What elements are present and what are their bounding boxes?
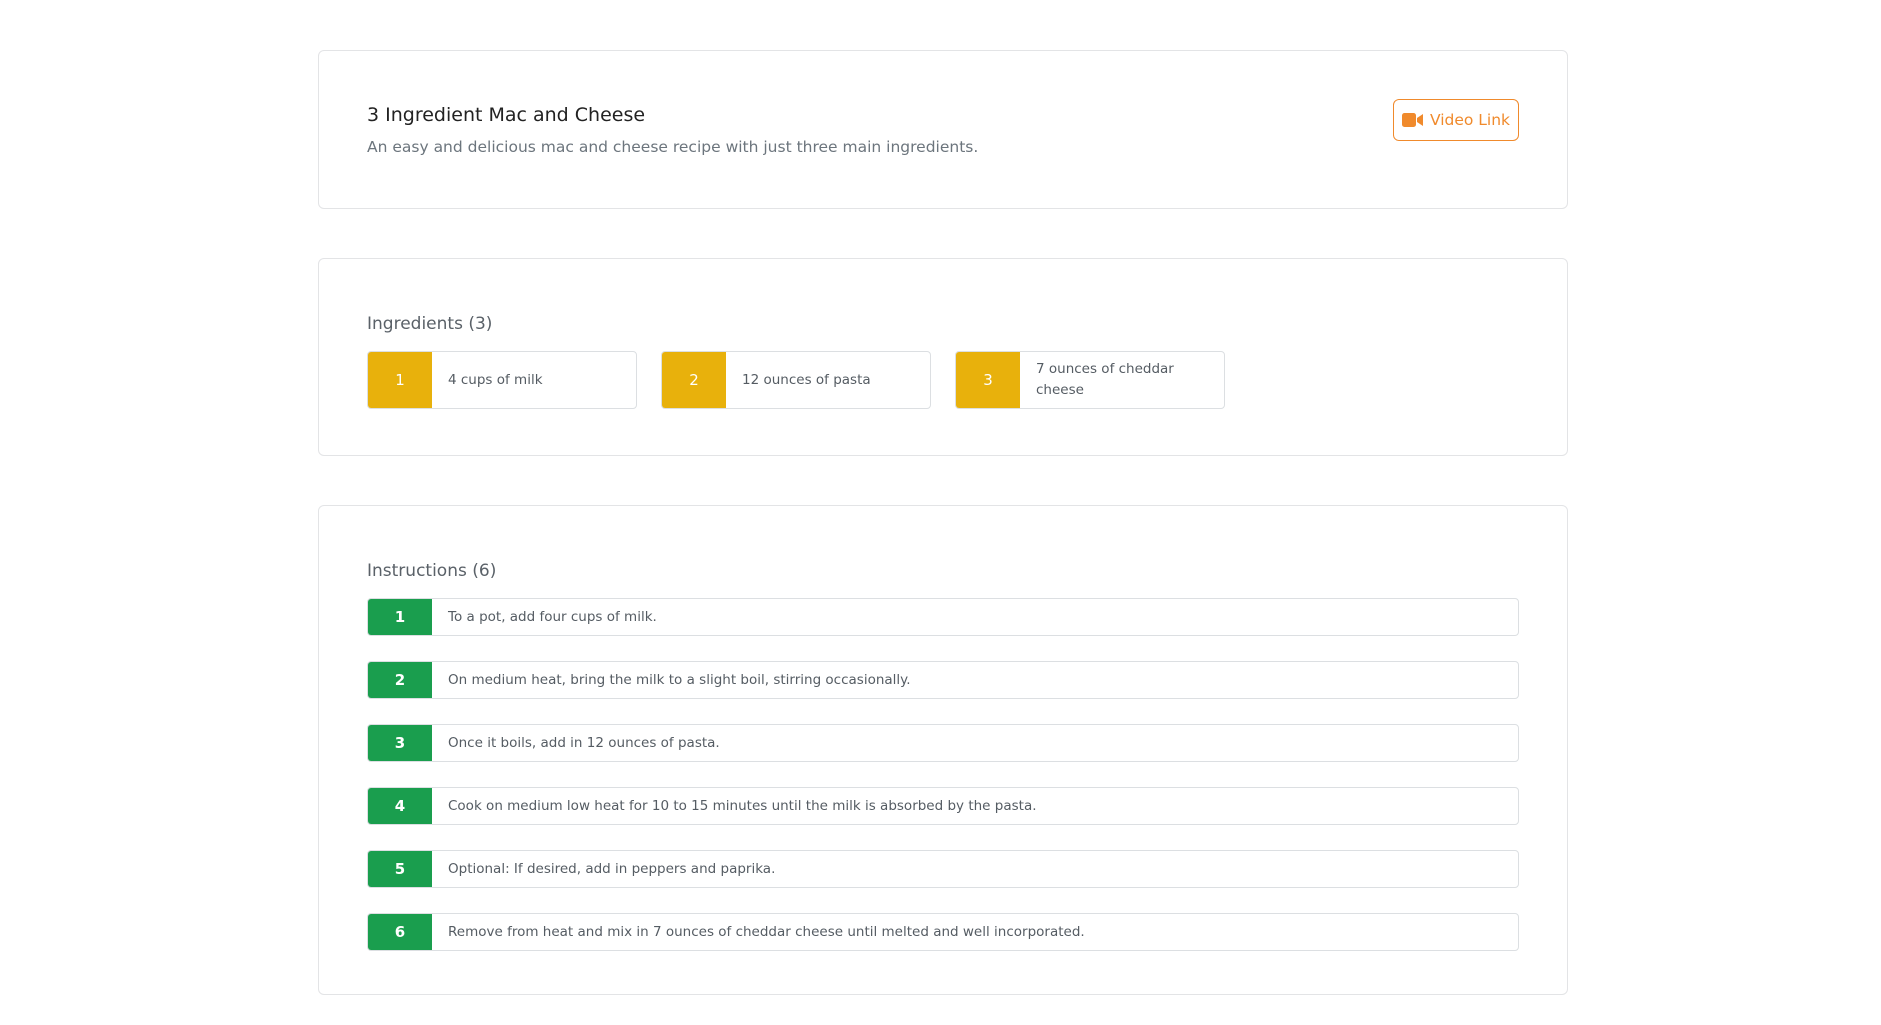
step-number-badge: 2	[368, 662, 432, 698]
instruction-step: 5 Optional: If desired, add in peppers a…	[367, 850, 1519, 888]
ingredient-number-badge: 1	[368, 352, 432, 408]
step-number-badge: 1	[368, 599, 432, 635]
step-text: Cook on medium low heat for 10 to 15 min…	[448, 798, 1037, 814]
instruction-step: 4 Cook on medium low heat for 10 to 15 m…	[367, 787, 1519, 825]
ingredients-list: 1 4 cups of milk 2 12 ounces of pasta 3 …	[367, 351, 1519, 409]
step-text: On medium heat, bring the milk to a slig…	[448, 672, 911, 688]
instructions-heading: Instructions (6)	[367, 561, 497, 581]
ingredients-heading: Ingredients (3)	[367, 314, 493, 334]
step-number-badge: 3	[368, 725, 432, 761]
instruction-step: 1 To a pot, add four cups of milk.	[367, 598, 1519, 636]
ingredient-text: 7 ounces of cheddar cheese	[1036, 361, 1174, 398]
ingredient-item: 3 7 ounces of cheddar cheese	[955, 351, 1225, 409]
step-text: Once it boils, add in 12 ounces of pasta…	[448, 735, 720, 751]
instruction-step: 2 On medium heat, bring the milk to a sl…	[367, 661, 1519, 699]
step-number-badge: 6	[368, 914, 432, 950]
instructions-list: 1 To a pot, add four cups of milk. 2 On …	[367, 598, 1519, 951]
ingredient-item: 1 4 cups of milk	[367, 351, 637, 409]
step-number-badge: 4	[368, 788, 432, 824]
recipe-header-card: 3 Ingredient Mac and Cheese An easy and …	[318, 50, 1568, 209]
instruction-step: 3 Once it boils, add in 12 ounces of pas…	[367, 724, 1519, 762]
ingredient-number-badge: 2	[662, 352, 726, 408]
instruction-step: 6 Remove from heat and mix in 7 ounces o…	[367, 913, 1519, 951]
ingredient-item: 2 12 ounces of pasta	[661, 351, 931, 409]
ingredients-card: Ingredients (3) 1 4 cups of milk 2 12 ou…	[318, 258, 1568, 456]
step-number-badge: 5	[368, 851, 432, 887]
instructions-card: Instructions (6) 1 To a pot, add four cu…	[318, 505, 1568, 995]
recipe-title: 3 Ingredient Mac and Cheese	[367, 104, 646, 126]
video-camera-icon	[1401, 113, 1424, 127]
recipe-description: An easy and delicious mac and cheese rec…	[367, 138, 979, 156]
video-link-label: Video Link	[1429, 111, 1511, 129]
ingredient-text: 4 cups of milk	[448, 371, 543, 388]
step-text: Remove from heat and mix in 7 ounces of …	[448, 924, 1085, 940]
step-text: To a pot, add four cups of milk.	[448, 609, 657, 625]
ingredient-number-badge: 3	[956, 352, 1020, 408]
video-link-button[interactable]: Video Link	[1393, 99, 1519, 141]
ingredient-text: 12 ounces of pasta	[742, 371, 871, 388]
recipe-page: 3 Ingredient Mac and Cheese An easy and …	[318, 50, 1568, 995]
step-text: Optional: If desired, add in peppers and…	[448, 861, 776, 877]
